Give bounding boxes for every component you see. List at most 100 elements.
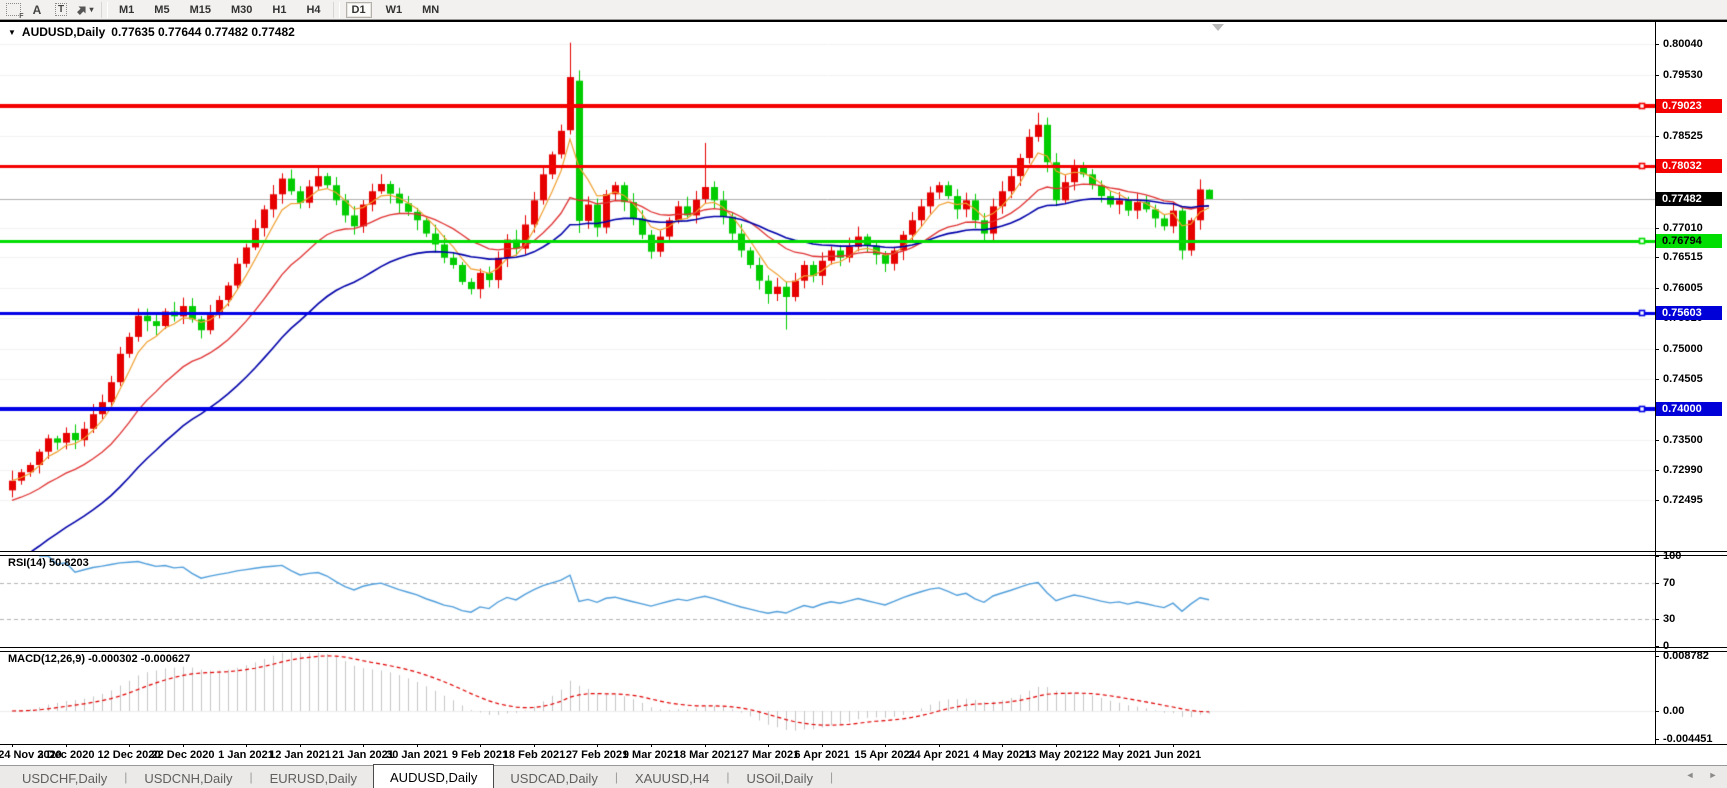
time-tick-label: 4 May 2021 [973,749,1031,761]
rsi-panel-canvas[interactable] [0,554,1655,647]
price-tick-mark [1655,440,1659,441]
timeframe-button-w1[interactable]: W1 [380,2,409,18]
symbol-dropdown-icon[interactable]: ▼ [8,28,16,37]
chart-shift-marker-icon[interactable] [1212,24,1224,31]
time-tick-mark [939,744,940,747]
time-tick-label: 3 Dec 2020 [38,749,95,761]
time-tick-label: 30 Jan 2021 [386,749,448,761]
timeframe-button-d1[interactable]: D1 [346,2,372,18]
text-a-icon[interactable]: A [26,2,48,18]
time-tick-label: 12 Jan 2021 [269,749,331,761]
chart-tab-usdcnh[interactable]: USDCNH,Daily [128,766,248,788]
price-tag-0.75603: 0.75603 [1656,306,1722,320]
panel-divider-macd[interactable] [0,647,1727,652]
dropdown-caret-icon[interactable]: ▾ [89,5,93,14]
price-tag-0.79023: 0.79023 [1656,99,1722,113]
time-tick-mark [300,744,301,747]
time-tick-mark [129,744,130,747]
macd-axis-label: -0.004451 [1663,733,1725,745]
price-tick-label: 0.80040 [1663,38,1725,50]
mt4-window: F A T ▾ M1 M5 M15 M30 H1 H4 D1 W1 MN ▼ AUDUSD,Da… [0,0,1727,788]
time-tick-label: 18 Mar 2021 [674,749,736,761]
price-tick-label: 0.72990 [1663,464,1725,476]
time-tick-mark [1173,744,1174,747]
price-tick-mark [1655,470,1659,471]
rsi-axis-label: 100 [1663,550,1725,562]
timeframe-buttons: M1 M5 M15 M30 H1 H4 D1 W1 MN [113,2,445,18]
price-chart-canvas[interactable] [0,22,1655,551]
time-tick-mark [1002,744,1003,747]
chart-tab-usdcad[interactable]: USDCAD,Daily [494,766,613,788]
text-t-icon[interactable]: T [50,2,72,18]
price-tick-mark [1655,228,1659,229]
time-tick-mark [417,744,418,747]
arrange-arrows-glyph [76,4,88,16]
time-tick-mark [885,744,886,747]
time-tick-mark [597,744,598,747]
time-tick-label: 27 Feb 2021 [566,749,628,761]
time-tick-mark [1119,744,1120,747]
toolbar: F A T ▾ M1 M5 M15 M30 H1 H4 D1 W1 MN [0,0,1727,19]
time-tick-label: 21 Jan 2021 [332,749,394,761]
price-tick-mark [1655,349,1659,350]
chart-tab-xauusd[interactable]: XAUUSD,H4 [619,766,725,788]
ohlc-readout: 0.77635 0.77644 0.77482 0.77482 [111,25,295,39]
timeframe-button-m5[interactable]: M5 [148,2,175,18]
chart-tab-eurusd[interactable]: EURUSD,Daily [254,766,373,788]
toolbar-separator [333,2,340,18]
time-tick-mark [768,744,769,747]
timeframe-button-mn[interactable]: MN [416,2,445,18]
price-tag-0.77482: 0.77482 [1656,192,1722,206]
time-tick-label: 1 Jun 2021 [1145,749,1201,761]
tab-separator: | [829,770,834,784]
tab-scroll-right-icon[interactable]: ► [1706,770,1720,780]
chart-grid-icon[interactable]: F [2,2,24,18]
macd-tick-mark [1655,711,1659,712]
price-tick-label: 0.72495 [1663,494,1725,506]
chart-tab-audusd[interactable]: AUDUSD,Daily [373,764,494,788]
price-tag-0.76794: 0.76794 [1656,234,1722,248]
macd-axis-label: 0.00 [1663,705,1725,717]
timeframe-button-m30[interactable]: M30 [225,2,258,18]
time-tick-mark [705,744,706,747]
time-tick-mark [1056,744,1057,747]
price-tick-label: 0.75000 [1663,343,1725,355]
time-tick-label: 9 Feb 2021 [452,749,508,761]
price-tick-label: 0.79530 [1663,69,1725,81]
time-tick-label: 6 Apr 2021 [794,749,849,761]
timeframe-button-m1[interactable]: M1 [113,2,140,18]
timeframe-button-h4[interactable]: H4 [300,2,326,18]
time-tick-mark [822,744,823,747]
price-tick-mark [1655,379,1659,380]
rsi-tick-mark [1655,619,1659,620]
price-tick-label: 0.76515 [1663,251,1725,263]
toolbar-separator [101,2,108,18]
macd-panel-canvas[interactable] [0,650,1655,744]
time-tick-label: 22 May 2021 [1087,749,1151,761]
tab-scroll-left-icon[interactable]: ◄ [1683,770,1697,780]
chart-tab-usdchf[interactable]: USDCHF,Daily [6,766,123,788]
time-axis[interactable]: 24 Nov 20203 Dec 202012 Dec 202022 Dec 2… [0,745,1727,765]
time-tick-label: 9 Mar 2021 [623,749,679,761]
price-tick-label: 0.78525 [1663,130,1725,142]
time-tick-label: 22 Dec 2020 [152,749,215,761]
arrange-arrows-icon[interactable]: ▾ [74,2,96,18]
time-tick-label: 1 Jan 2021 [218,749,274,761]
chart-tab-usoil[interactable]: USOil,Daily [731,766,829,788]
price-tick-label: 0.77010 [1663,222,1725,234]
panel-divider-rsi[interactable] [0,551,1727,556]
timeframe-button-m15[interactable]: M15 [184,2,217,18]
timeframe-button-h1[interactable]: H1 [266,2,292,18]
price-tick-mark [1655,500,1659,501]
time-tick-label: 24 Apr 2021 [908,749,969,761]
price-tick-label: 0.76005 [1663,282,1725,294]
symbol-period-label: AUDUSD,Daily [22,25,105,39]
time-tick-mark [651,744,652,747]
price-tick-mark [1655,257,1659,258]
price-tag-0.74000: 0.74000 [1656,402,1722,416]
rsi-axis-label: 30 [1663,613,1725,625]
price-tick-mark [1655,44,1659,45]
rsi-tick-mark [1655,556,1659,557]
time-tick-label: 27 Mar 2021 [737,749,799,761]
price-tick-mark [1655,75,1659,76]
